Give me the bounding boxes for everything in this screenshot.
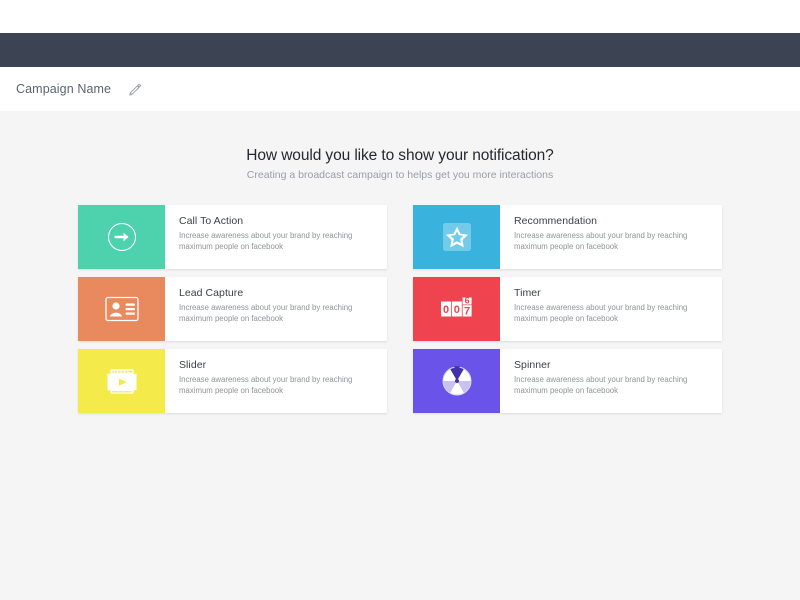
card-title: Call To Action bbox=[179, 215, 244, 227]
card-timer[interactable]: 0 0 6 7 Timer Increase awareness about y… bbox=[413, 277, 722, 341]
card-title: Slider bbox=[179, 359, 207, 371]
card-row: Call To Action Increase awareness about … bbox=[78, 205, 722, 269]
page-root: Campaign Name How would you like to show… bbox=[0, 0, 800, 600]
card-body: Recommendation Increase awareness about … bbox=[500, 205, 722, 269]
card-title: Timer bbox=[514, 287, 541, 299]
campaign-name-bar: Campaign Name bbox=[0, 67, 800, 111]
card-description: Increase awareness about your brand by r… bbox=[514, 375, 688, 396]
card-body: Lead Capture Increase awareness about yo… bbox=[165, 277, 387, 341]
svg-text:0: 0 bbox=[442, 304, 448, 316]
card-call-to-action[interactable]: Call To Action Increase awareness about … bbox=[78, 205, 387, 269]
card-lead-capture[interactable]: Lead Capture Increase awareness about yo… bbox=[78, 277, 387, 341]
svg-text:7: 7 bbox=[464, 306, 470, 318]
card-description: Increase awareness about your brand by r… bbox=[179, 303, 353, 324]
campaign-name-label: Campaign Name bbox=[16, 82, 112, 96]
card-tile: 0 0 6 7 bbox=[413, 277, 500, 341]
card-body: Call To Action Increase awareness about … bbox=[165, 205, 387, 269]
card-tile bbox=[78, 277, 165, 341]
card-recommendation[interactable]: Recommendation Increase awareness about … bbox=[413, 205, 722, 269]
pencil-icon[interactable] bbox=[127, 81, 143, 97]
spinner-wheel-icon bbox=[440, 364, 474, 398]
card-description: Increase awareness about your brand by r… bbox=[514, 231, 688, 252]
card-description: Increase awareness about your brand by r… bbox=[179, 231, 353, 252]
card-tile bbox=[413, 205, 500, 269]
card-slider[interactable]: Slider Increase awareness about your bra… bbox=[78, 349, 387, 413]
card-tile bbox=[413, 349, 500, 413]
card-description: Increase awareness about your brand by r… bbox=[179, 375, 353, 396]
flip-counter-icon: 0 0 6 7 bbox=[437, 293, 477, 325]
notification-type-grid: Call To Action Increase awareness about … bbox=[78, 205, 722, 413]
card-tile bbox=[78, 349, 165, 413]
card-body: Timer Increase awareness about your bran… bbox=[500, 277, 722, 341]
page-title: How would you like to show your notifica… bbox=[246, 147, 554, 164]
id-card-icon bbox=[104, 294, 140, 324]
card-description: Increase awareness about your brand by r… bbox=[514, 303, 688, 324]
card-title: Spinner bbox=[514, 359, 551, 371]
card-body: Slider Increase awareness about your bra… bbox=[165, 349, 387, 413]
circle-arrow-right-icon bbox=[105, 220, 139, 254]
star-icon bbox=[440, 220, 474, 254]
slider-play-icon bbox=[104, 366, 140, 396]
card-title: Lead Capture bbox=[179, 287, 244, 299]
card-tile bbox=[78, 205, 165, 269]
card-row: Slider Increase awareness about your bra… bbox=[78, 349, 722, 413]
content-area: How would you like to show your notifica… bbox=[0, 111, 800, 600]
app-toolbar bbox=[0, 33, 800, 67]
card-row: Lead Capture Increase awareness about yo… bbox=[78, 277, 722, 341]
card-body: Spinner Increase awareness about your br… bbox=[500, 349, 722, 413]
card-spinner[interactable]: Spinner Increase awareness about your br… bbox=[413, 349, 722, 413]
svg-text:6: 6 bbox=[464, 296, 469, 306]
page-subtitle: Creating a broadcast campaign to helps g… bbox=[246, 169, 554, 181]
card-title: Recommendation bbox=[514, 215, 597, 227]
svg-text:0: 0 bbox=[453, 304, 459, 316]
